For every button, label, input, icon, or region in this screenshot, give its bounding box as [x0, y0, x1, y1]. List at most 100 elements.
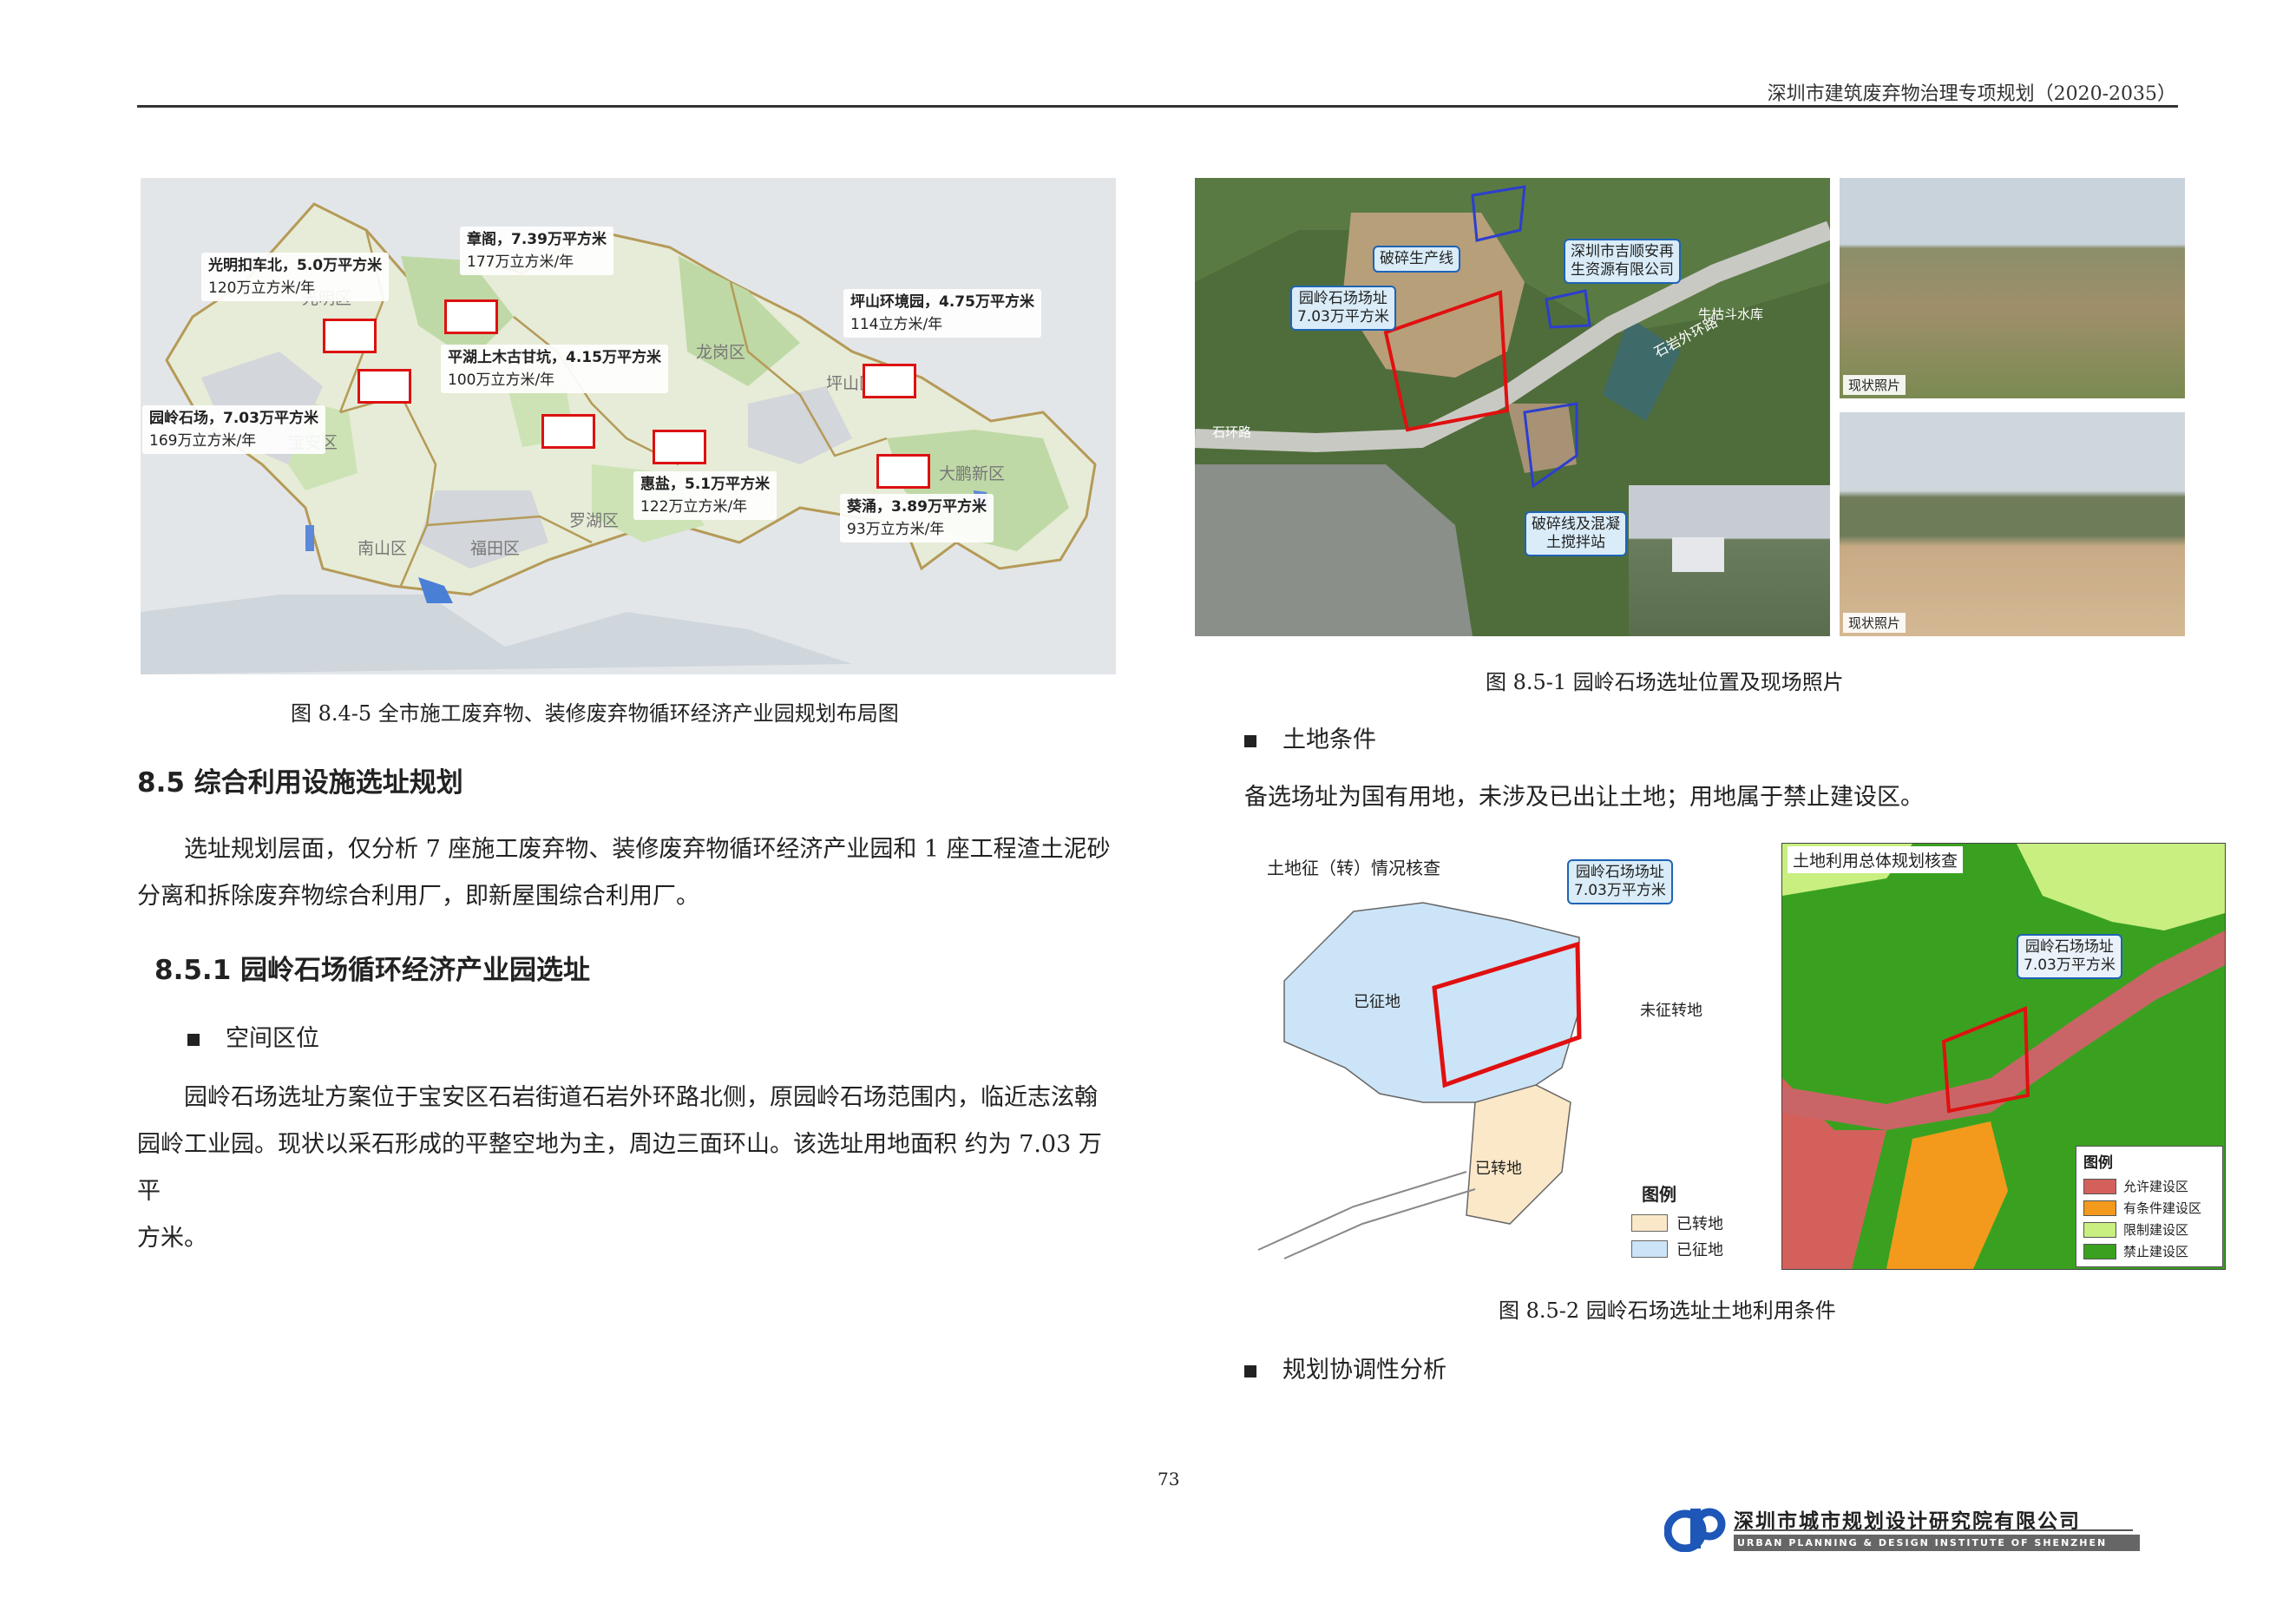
district-label: 大鹏新区	[939, 464, 1006, 483]
photo-tag: 现状照片	[1843, 375, 1906, 395]
site-name: 园岭石场场址	[1575, 864, 1664, 881]
legend-item: 已征地	[1631, 1238, 1723, 1260]
bullet-text: 空间区位	[226, 1025, 319, 1052]
land-use-plan-diagram: 土地利用总体规划核查 园岭石场场址 7.03万平方米 图例 允许建设区 有条件建设…	[1781, 843, 2226, 1270]
recycling-facility-icon	[541, 414, 595, 449]
acquired-label: 已征地	[1354, 993, 1401, 1011]
park-name: 光明扣车北，5.0万平方米	[208, 257, 383, 274]
park-label: 平湖上木古甘坑，4.15万平方米 100万立方米/年	[441, 345, 668, 393]
park-capacity: 122万立方米/年	[640, 498, 748, 516]
city-map-figure: 光明区 龙岗区 坪山区 宝安区 大鹏新区 罗湖区 南山区 福田区 光明扣车北，5…	[141, 178, 1116, 674]
legend-swatch	[1631, 1214, 1668, 1232]
bullet-text: 规划协调性分析	[1282, 1357, 1446, 1384]
park-label: 园岭石场，7.03万平方米 169万立方米/年	[142, 405, 325, 454]
recycling-facility-icon	[358, 369, 411, 404]
page-number: 73	[1158, 1469, 1180, 1489]
bullet-planning-analysis: 规划协调性分析	[1244, 1351, 1446, 1384]
park-capacity: 120万立方米/年	[208, 279, 316, 297]
paragraph-line: 园岭石场选址方案位于宝安区石岩街道石岩外环路北侧，原园岭石场范围内，临近志泫翰	[184, 1084, 1098, 1111]
site-area: 7.03万平方米	[1574, 882, 1666, 899]
building-shape	[1672, 537, 1724, 572]
figure-caption: 图 8.5-2 园岭石场选址土地利用条件	[1499, 1299, 1836, 1323]
section-heading: 8.5 综合利用设施选址规划	[137, 767, 463, 799]
site-photo: 现状照片	[1840, 178, 2185, 398]
legend-swatch	[2083, 1221, 2116, 1238]
park-label: 惠盐，5.1万平方米 122万立方米/年	[633, 471, 777, 520]
recycling-facility-icon	[863, 364, 916, 398]
recycling-facility-icon	[876, 454, 930, 489]
site-name: 园岭石场场址	[1298, 290, 1387, 307]
legend-title: 图例	[1642, 1184, 1676, 1205]
site-area: 7.03万平方米	[2024, 957, 2116, 974]
bullet-land-conditions: 土地条件	[1244, 720, 1376, 754]
park-name: 坪山环境园，4.75万平方米	[850, 293, 1034, 311]
diagram-title: 土地征（转）情况核查	[1267, 858, 1440, 878]
paragraph-line: 选址规划层面，仅分析 7 座施工废弃物、装修废弃物循环经济产业园和 1 座工程渣…	[184, 836, 1111, 863]
inset-photo	[1629, 485, 1830, 636]
recycling-facility-icon	[653, 430, 706, 464]
legend-item: 限制建设区	[2076, 1219, 2222, 1240]
converted-label: 已转地	[1475, 1160, 1522, 1178]
legend-label: 已征地	[1676, 1241, 1723, 1259]
figure-caption: 图 8.4-5 全市施工废弃物、装修废弃物循环经济产业园规划布局图	[291, 701, 899, 726]
legend-label: 允许建设区	[2123, 1179, 2189, 1194]
park-label: 光明扣车北，5.0万平方米 120万立方米/年	[201, 253, 390, 301]
paragraph-line: 方米。	[137, 1225, 207, 1252]
legend-label: 限制建设区	[2123, 1222, 2189, 1238]
recycling-facility-icon	[444, 299, 498, 334]
park-label: 坪山环境园，4.75万平方米 114立方米/年	[843, 289, 1041, 338]
paragraph: 选址规划层面，仅分析 7 座施工废弃物、装修废弃物循环经济产业园和 1 座工程渣…	[137, 826, 1118, 920]
park-capacity: 169万立方米/年	[149, 432, 257, 450]
recycling-facility-icon	[323, 319, 377, 353]
not-acquired-label: 未征转地	[1640, 1002, 1702, 1020]
site-photo: 现状照片	[1840, 412, 2185, 636]
park-name: 园岭石场，7.03万平方米	[149, 410, 318, 427]
legend-label: 禁止建设区	[2123, 1244, 2189, 1259]
bullet-text: 土地条件	[1282, 727, 1376, 753]
district-label: 福田区	[470, 539, 521, 558]
legend-item: 已转地	[1631, 1212, 1723, 1234]
park-name: 平湖上木古甘坑，4.15万平方米	[448, 349, 661, 366]
legend-item: 允许建设区	[2076, 1175, 2222, 1197]
institute-logo-icon	[1663, 1505, 1727, 1553]
park-capacity: 114立方米/年	[850, 316, 943, 333]
park-name: 葵涌，3.89万平方米	[847, 498, 987, 516]
park-name: 章阁，7.39万平方米	[467, 231, 607, 248]
district-label: 罗湖区	[569, 511, 620, 530]
legend-item: 禁止建设区	[2076, 1240, 2222, 1262]
legend-swatch	[2083, 1200, 2116, 1216]
land-use-legend: 图例 允许建设区 有条件建设区 限制建设区 禁止建设区	[2076, 1146, 2223, 1267]
park-label: 葵涌，3.89万平方米 93万立方米/年	[840, 494, 994, 542]
paragraph: 备选场址为国有用地，未涉及已出让土地；用地属于禁止建设区。	[1244, 784, 1924, 811]
park-capacity: 93万立方米/年	[847, 521, 945, 538]
site-area: 7.03万平方米	[1297, 308, 1389, 325]
district-label: 南山区	[358, 539, 408, 558]
park-capacity: 177万立方米/年	[467, 253, 574, 271]
legend-label: 已转地	[1676, 1215, 1723, 1233]
legend-swatch	[2083, 1178, 2116, 1194]
satellite-image: 破碎生产线 深圳市吉顺安再 生资源有限公司 园岭石场场址 7.03万平方米 破碎…	[1195, 178, 1830, 636]
legend-list: 允许建设区有条件建设区 限制建设区禁止建设区	[2076, 1175, 2222, 1262]
callout-crusher: 破碎生产线	[1373, 246, 1460, 273]
district-label: 龙岗区	[696, 343, 746, 362]
bullet-square-icon	[1244, 1364, 1256, 1377]
paragraph: 园岭石场选址方案位于宝安区石岩街道石岩外环路北侧，原园岭石场范围内，临近志泫翰 …	[137, 1075, 1118, 1262]
callout-company: 深圳市吉顺安再 生资源有限公司	[1564, 239, 1681, 284]
bullet-spatial-location: 空间区位	[187, 1019, 319, 1053]
institute-name-en: URBAN PLANNING & DESIGN INSTITUTE OF SHE…	[1734, 1535, 2140, 1551]
bullet-square-icon	[187, 1033, 200, 1046]
park-capacity: 100万立方米/年	[448, 371, 555, 389]
document-title: 深圳市建筑废弃物治理专项规划（2020-2035）	[1767, 83, 2176, 105]
callout-site: 园岭石场场址 7.03万平方米	[1290, 286, 1396, 331]
photo-tag: 现状照片	[1843, 613, 1906, 633]
callout-concrete: 破碎线及混凝 土搅拌站	[1525, 511, 1627, 556]
diagram-title: 土地利用总体规划核查	[1788, 846, 1964, 873]
land-acquisition-map	[1257, 902, 1582, 1259]
figure-caption: 图 8.5-1 园岭石场选址位置及现场照片	[1486, 670, 1844, 694]
land-acquisition-diagram: 土地征（转）情况核查 园岭石场场址 7.03万平方米 已征地 未征转地 已转地 …	[1250, 842, 1770, 1276]
legend-label: 有条件建设区	[2123, 1200, 2202, 1216]
park-name: 惠盐，5.1万平方米	[640, 476, 771, 493]
legend-swatch	[2083, 1243, 2116, 1259]
footer-rule	[1734, 1529, 2133, 1531]
callout-site: 园岭石场场址 7.03万平方米	[2017, 934, 2122, 979]
